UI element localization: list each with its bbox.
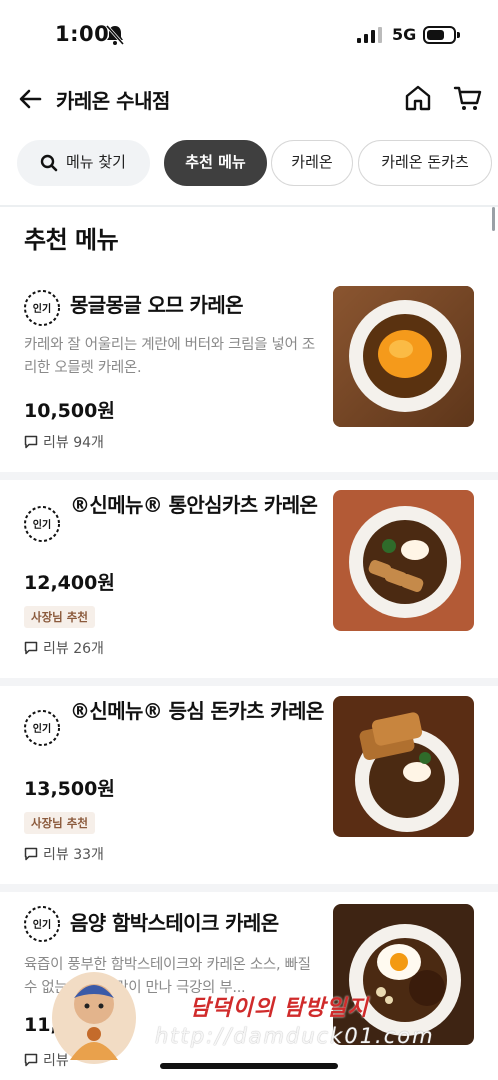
menu-item-photo: [333, 490, 474, 631]
item-separator: [0, 678, 498, 686]
store-header: 카레온 수내점: [0, 70, 498, 130]
menu-item-name: ®신메뉴® 등심 돈카츠 카레온: [70, 699, 324, 723]
popular-badge: 인기: [22, 904, 62, 944]
menu-item-reviews: 리뷰 26개: [24, 638, 104, 658]
home-indicator[interactable]: [160, 1063, 338, 1069]
category-tabs: 메뉴 찾기 추천 메뉴 카레온 카레온 돈카츠: [0, 140, 498, 190]
menu-item[interactable]: 인기 ®신메뉴® 통안심카츠 카레온 12,400원 사장님 추천 리뷰 26개: [0, 480, 498, 678]
search-icon: [40, 154, 58, 172]
comment-icon: [24, 435, 38, 449]
item-separator: [0, 884, 498, 892]
status-bar: 1:00 5G: [0, 0, 498, 70]
menu-item-photo: [333, 696, 474, 837]
comment-icon: [24, 641, 38, 655]
menu-item-reviews: 리뷰 94개: [24, 432, 104, 452]
bell-muted-icon: [105, 25, 125, 45]
menu-search-label: 메뉴 찾기: [66, 153, 126, 171]
tab-curry-on[interactable]: 카레온: [271, 140, 353, 186]
owner-pick-tag: 사장님 추천: [24, 812, 95, 834]
menu-item-price: 10,500원: [24, 400, 115, 422]
menu-item-price: 13,500원: [24, 778, 115, 800]
comment-icon: [24, 1053, 38, 1067]
watermark-avatar: [52, 972, 136, 1064]
cart-icon[interactable]: [452, 82, 484, 114]
home-icon[interactable]: [402, 82, 434, 114]
comment-icon: [24, 847, 38, 861]
menu-item-description: 카레와 잘 어울리는 계란에 버터와 크림을 넣어 조리한 오믈렛 카레온.: [24, 337, 315, 376]
signal-icon: [357, 27, 382, 43]
popular-badge: 인기: [22, 288, 62, 328]
section-title: 추천 메뉴: [24, 226, 119, 254]
menu-item[interactable]: 인기 ®신메뉴® 등심 돈카츠 카레온 13,500원 사장님 추천 리뷰 33…: [0, 686, 498, 884]
menu-item-name: ®신메뉴® 통안심카츠 카레온: [70, 493, 318, 517]
watermark-title: 담덕이의 탐방일지: [190, 996, 369, 1021]
tab-curry-on-donkatsu[interactable]: 카레온 돈카츠: [358, 140, 492, 186]
status-time: 1:00: [55, 22, 110, 46]
battery-icon: [423, 26, 460, 44]
scrollbar[interactable]: [492, 207, 495, 231]
owner-pick-tag: 사장님 추천: [24, 606, 95, 628]
store-title: 카레온 수내점: [56, 89, 170, 113]
menu-search-button[interactable]: 메뉴 찾기: [17, 140, 150, 186]
tab-recommended[interactable]: 추천 메뉴: [164, 140, 267, 186]
menu-item-name: 몽글몽글 오므 카레온: [70, 293, 244, 317]
divider: [0, 205, 498, 207]
menu-item[interactable]: 인기 몽글몽글 오므 카레온 카레와 잘 어울리는 계란에 버터와 크림을 넣어…: [0, 282, 498, 472]
menu-item-name: 음양 함박스테이크 카레온: [70, 911, 279, 935]
network-label: 5G: [392, 25, 417, 44]
menu-item-price: 12,400원: [24, 572, 115, 594]
watermark-url: http://damduck01.com: [155, 1024, 435, 1048]
popular-badge: 인기: [22, 708, 62, 748]
popular-badge: 인기: [22, 504, 62, 544]
menu-item-reviews: 리뷰 33개: [24, 844, 104, 864]
back-arrow-icon[interactable]: [16, 84, 46, 114]
menu-item-photo: [333, 286, 474, 427]
item-separator: [0, 472, 498, 480]
